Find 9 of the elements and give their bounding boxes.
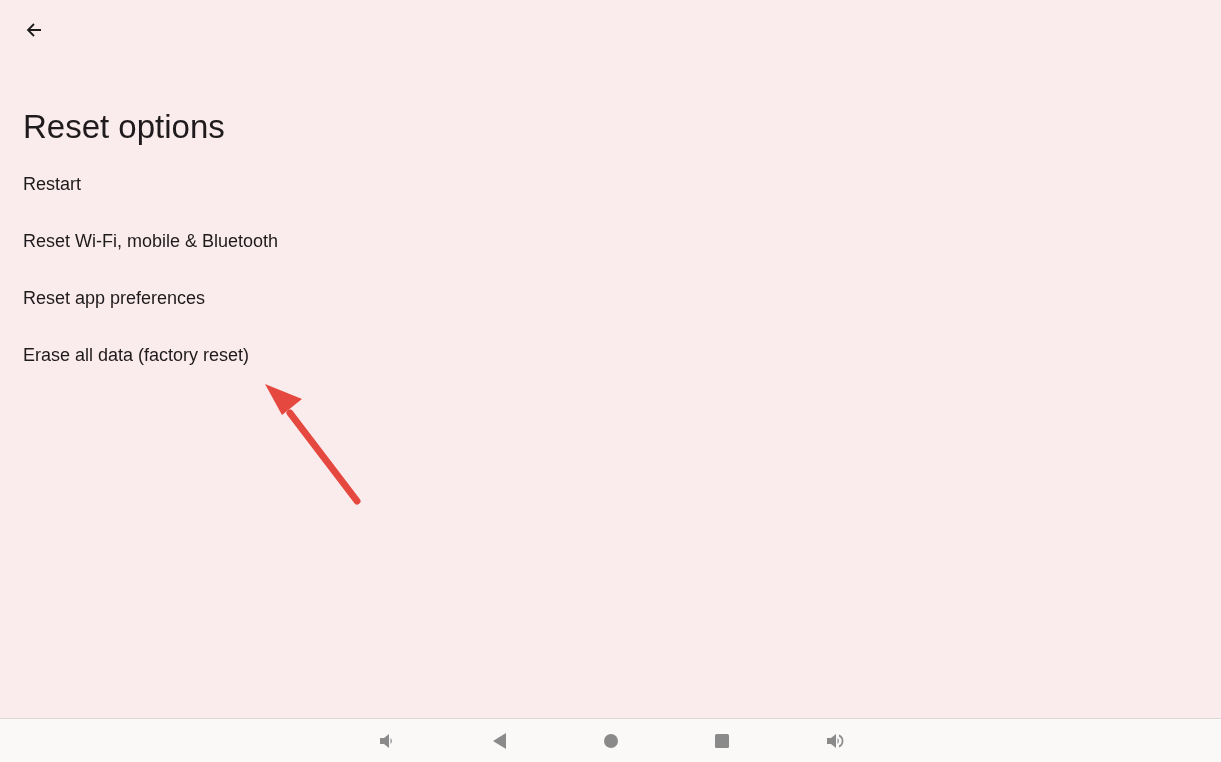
settings-item[interactable]: Reset Wi-Fi, mobile & Bluetooth bbox=[23, 226, 279, 283]
recents-icon[interactable] bbox=[713, 732, 730, 749]
back-arrow-icon bbox=[25, 21, 43, 39]
settings-item[interactable]: Restart bbox=[23, 169, 279, 226]
back-icon[interactable] bbox=[491, 731, 508, 750]
home-icon[interactable] bbox=[602, 732, 619, 749]
settings-item[interactable]: Erase all data (factory reset) bbox=[23, 340, 279, 397]
page-title: Reset options bbox=[23, 107, 225, 147]
settings-item[interactable]: Reset app preferences bbox=[23, 283, 279, 340]
